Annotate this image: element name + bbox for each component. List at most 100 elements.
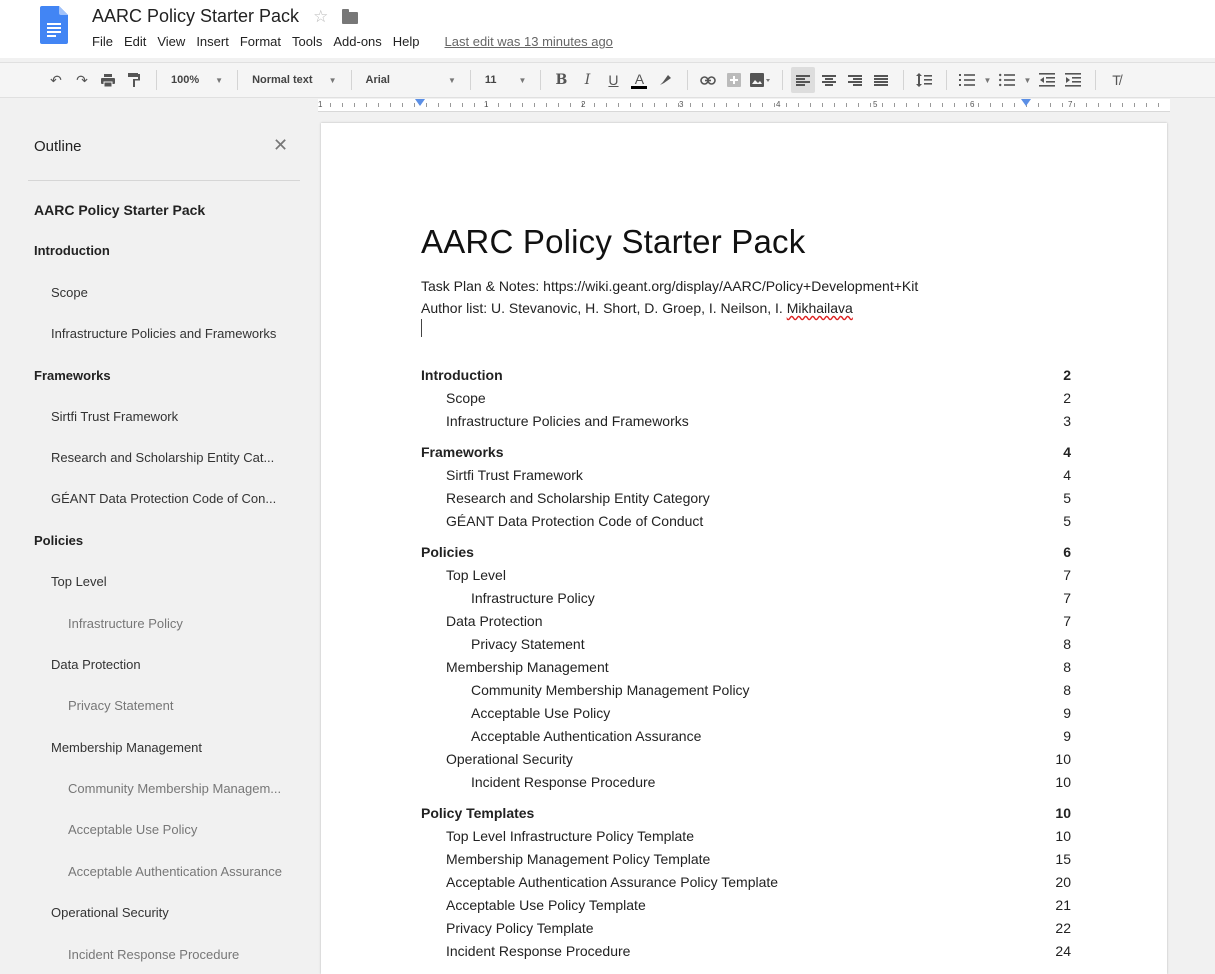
chevron-down-icon[interactable]: ▼ [1021, 67, 1033, 93]
zoom-select[interactable]: 100% ▼ [165, 67, 229, 93]
toc-row[interactable]: Data Protection 7 [421, 613, 1071, 633]
redo-icon[interactable]: ↷ [70, 67, 94, 93]
toc-row[interactable]: Incident Response Procedure 24 [421, 943, 1071, 963]
toc-entry-text[interactable]: Membership Management Policy Template [446, 851, 710, 867]
font-select[interactable]: Arial ▼ [360, 67, 462, 93]
font-size-select[interactable]: 11 ▼ [479, 67, 533, 93]
toc-entry-text[interactable]: Acceptable Authentication Assurance Poli… [446, 874, 778, 890]
toc-entry-text[interactable]: Introduction [421, 367, 503, 383]
comment-icon[interactable] [722, 67, 746, 93]
outline-item[interactable]: Membership Management [51, 740, 202, 755]
toc-entry-text[interactable]: Policy Templates [421, 805, 534, 821]
right-indent-marker[interactable] [1021, 99, 1031, 106]
outline-item[interactable]: Community Membership Managem... [68, 781, 281, 796]
undo-icon[interactable]: ↶ [44, 67, 68, 93]
left-indent-marker[interactable] [415, 99, 425, 106]
outline-item[interactable]: Top Level [51, 574, 107, 589]
outline-item[interactable]: Infrastructure Policy [68, 616, 183, 631]
align-right-icon[interactable] [843, 67, 867, 93]
toc-row[interactable]: Acceptable Authentication Assurance 9 [421, 728, 1071, 748]
link-icon[interactable] [696, 67, 720, 93]
print-icon[interactable] [96, 67, 120, 93]
document-title[interactable]: AARC Policy Starter Pack [92, 6, 299, 27]
toc-row[interactable]: Infrastructure Policy 7 [421, 590, 1071, 610]
paint-format-icon[interactable] [122, 67, 146, 93]
toc-row[interactable]: Acceptable Use Policy Template 21 [421, 897, 1071, 917]
toc-row[interactable]: Sirtfi Trust Framework 4 [421, 467, 1071, 487]
align-center-icon[interactable] [817, 67, 841, 93]
clear-formatting-icon[interactable]: T̸ [1104, 67, 1128, 93]
toc-row[interactable]: Membership Management 8 [421, 659, 1071, 679]
outline-item[interactable]: Sirtfi Trust Framework [51, 409, 178, 424]
menu-addons[interactable]: Add-ons [333, 34, 381, 49]
decrease-indent-icon[interactable] [1035, 67, 1059, 93]
toc-entry-text[interactable]: Scope [446, 390, 486, 406]
toc-row[interactable]: Research and Scholarship Entity Category… [421, 490, 1071, 510]
outline-item[interactable]: Incident Response Procedure [68, 947, 239, 962]
document-heading[interactable]: AARC Policy Starter Pack [421, 223, 805, 261]
toc-row[interactable]: Privacy Policy Template 22 [421, 920, 1071, 940]
bulleted-list-icon[interactable] [995, 67, 1019, 93]
toc-row[interactable]: Policies 6 [421, 544, 1071, 564]
document-page[interactable]: AARC Policy Starter Pack Task Plan & Not… [321, 123, 1167, 974]
toc-entry-text[interactable]: Sirtfi Trust Framework [446, 467, 583, 483]
toc-entry-text[interactable]: Infrastructure Policies and Frameworks [446, 413, 689, 429]
increase-indent-icon[interactable] [1061, 67, 1085, 93]
toc-entry-text[interactable]: Policies [421, 544, 474, 560]
toc-row[interactable]: Policy Templates 10 [421, 805, 1071, 825]
toc-row[interactable]: Top Level Infrastructure Policy Template… [421, 828, 1071, 848]
menu-format[interactable]: Format [240, 34, 281, 49]
toc-entry-text[interactable]: Incident Response Procedure [446, 943, 630, 959]
outline-item[interactable]: Introduction [34, 243, 110, 258]
menu-file[interactable]: File [92, 34, 113, 49]
outline-item[interactable]: Policies [34, 533, 83, 548]
toc-entry-text[interactable]: Research and Scholarship Entity Category [446, 490, 710, 506]
image-icon[interactable] [748, 67, 772, 93]
outline-item[interactable]: Frameworks [34, 368, 111, 383]
toc-entry-text[interactable]: Privacy Statement [471, 636, 585, 652]
numbered-list-icon[interactable] [955, 67, 979, 93]
toc-entry-text[interactable]: Operational Security [446, 751, 573, 767]
folder-icon[interactable] [342, 8, 359, 24]
align-left-icon[interactable] [791, 67, 816, 93]
toc-row[interactable]: Acceptable Use Policy 9 [421, 705, 1071, 725]
menu-view[interactable]: View [157, 34, 185, 49]
task-plan-line[interactable]: Task Plan & Notes: https://wiki.geant.or… [421, 278, 918, 294]
toc-row[interactable]: Frameworks 4 [421, 444, 1071, 464]
toc-row[interactable]: Privacy Statement 8 [421, 636, 1071, 656]
google-docs-icon[interactable] [40, 6, 68, 44]
menu-help[interactable]: Help [393, 34, 420, 49]
toc-entry-text[interactable]: Acceptable Use Policy [471, 705, 610, 721]
toc-entry-text[interactable]: Membership Management [446, 659, 609, 675]
toc-entry-text[interactable]: Acceptable Authentication Assurance [471, 728, 701, 744]
toc-entry-text[interactable]: Community Membership Management Policy [471, 682, 750, 698]
toc-row[interactable]: Operational Security 10 [421, 751, 1071, 771]
toc-entry-text[interactable]: GÉANT Data Protection Code of Conduct [446, 513, 703, 529]
menu-insert[interactable]: Insert [196, 34, 229, 49]
toc-entry-text[interactable]: Top Level [446, 567, 506, 583]
toc-row[interactable]: Introduction 2 [421, 367, 1071, 387]
toc-row[interactable]: Top Level 7 [421, 567, 1071, 587]
toc-entry-text[interactable]: Frameworks [421, 444, 503, 460]
toc-entry-text[interactable]: Infrastructure Policy [471, 590, 595, 606]
line-spacing-icon[interactable] [912, 67, 936, 93]
chevron-down-icon[interactable]: ▼ [981, 67, 993, 93]
ruler[interactable]: 1 1 2 3 4 5 6 7 [318, 99, 1170, 112]
outline-item[interactable]: Acceptable Use Policy [68, 822, 197, 837]
highlight-icon[interactable] [653, 67, 677, 93]
outline-item[interactable]: GÉANT Data Protection Code of Con... [51, 491, 276, 506]
outline-item[interactable]: Privacy Statement [68, 698, 174, 713]
star-icon[interactable]: ☆ [313, 7, 328, 27]
outline-item[interactable]: Research and Scholarship Entity Cat... [51, 450, 274, 465]
toc-entry-text[interactable]: Acceptable Use Policy Template [446, 897, 646, 913]
toc-row[interactable]: Community Membership Management Policy 8 [421, 682, 1071, 702]
toc-row[interactable]: Membership Management Policy Template 15 [421, 851, 1071, 871]
outline-item[interactable]: AARC Policy Starter Pack [34, 202, 205, 218]
spelling-error[interactable]: Mikhailava [787, 300, 853, 316]
outline-item[interactable]: Operational Security [51, 905, 169, 920]
toc-row[interactable]: Infrastructure Policies and Frameworks 3 [421, 413, 1071, 433]
bold-button[interactable]: B [549, 67, 573, 93]
toc-row[interactable]: Scope 2 [421, 390, 1071, 410]
underline-button[interactable]: U [601, 67, 625, 93]
toc-entry-text[interactable]: Top Level Infrastructure Policy Template [446, 828, 694, 844]
